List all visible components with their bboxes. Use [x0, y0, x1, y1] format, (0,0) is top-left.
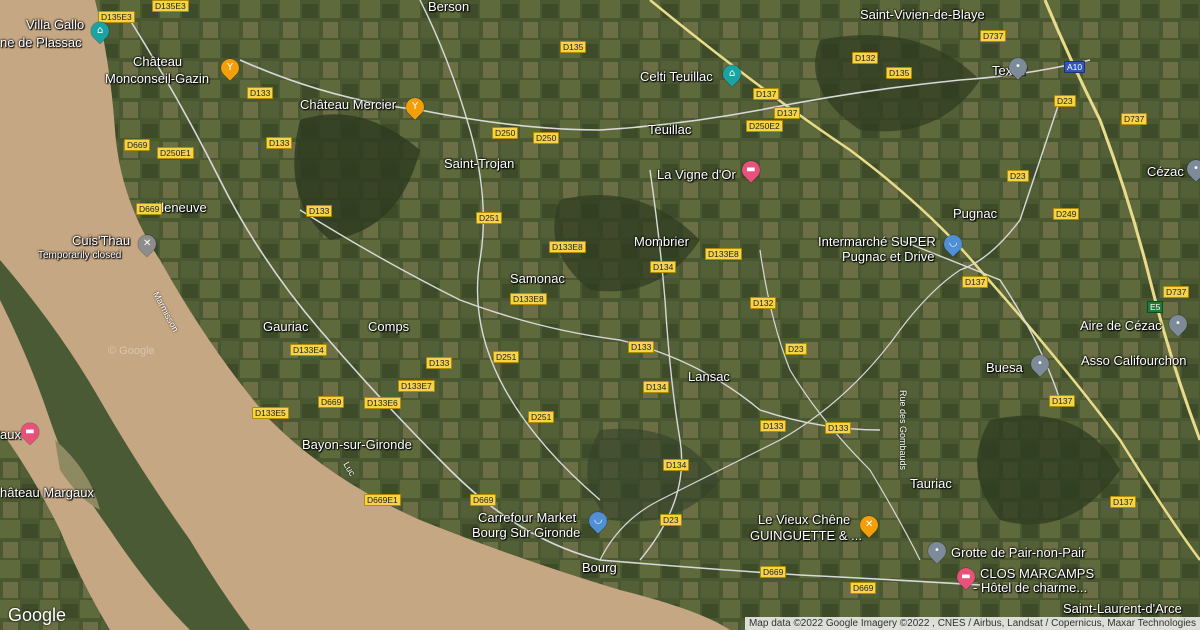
place-label[interactable]: Saint-Trojan: [444, 157, 514, 171]
road-shield: D669: [318, 396, 345, 408]
place-label[interactable]: Buesa: [986, 361, 1023, 375]
road-shield: D133E4: [290, 344, 327, 356]
road-shield: D134: [650, 261, 677, 273]
place-label[interactable]: Grotte de Pair-non-Pair: [951, 546, 1085, 560]
place-label[interactable]: Château Mercier: [300, 98, 396, 112]
place-label[interactable]: Cuis'Thau: [72, 234, 130, 248]
road-shield: D737: [1121, 113, 1148, 125]
place-label[interactable]: Gauriac: [263, 320, 309, 334]
road-shield: D250E2: [746, 120, 783, 132]
place-label[interactable]: Bayon-sur-Gironde: [302, 438, 412, 452]
road-shield: D137: [774, 107, 801, 119]
place-label[interactable]: Château: [133, 55, 182, 69]
road-shield: D132: [750, 297, 777, 309]
place-label[interactable]: Monconseil-Gazin: [105, 72, 209, 86]
place-label[interactable]: Berson: [428, 0, 469, 14]
road-shield: D133: [247, 87, 274, 99]
place-label[interactable]: hâteau Margaux: [0, 486, 94, 500]
place-label[interactable]: Saint-Vivien-de-Blaye: [860, 8, 985, 22]
road-shield: D251: [493, 351, 520, 363]
place-label[interactable]: Samonac: [510, 272, 565, 286]
road-shield: D250E1: [157, 147, 194, 159]
place-label[interactable]: Saint-Laurent-d'Arce: [1063, 602, 1182, 616]
place-label[interactable]: Comps: [368, 320, 409, 334]
road-shield: D23: [660, 514, 682, 526]
road-shield: D133E8: [549, 241, 586, 253]
road-shield: D135E3: [152, 0, 189, 12]
place-label[interactable]: Le Vieux Chêne: [758, 513, 850, 527]
satellite-map[interactable]: [0, 0, 1200, 630]
place-label[interactable]: Temporarily closed: [38, 249, 121, 263]
road-shield: D737: [1163, 286, 1190, 298]
road-shield: D133E8: [510, 293, 547, 305]
road-shield: D137: [1049, 395, 1076, 407]
place-label[interactable]: Pugnac et Drive: [842, 250, 935, 264]
place-label[interactable]: CLOS MARCAMPS: [980, 567, 1094, 581]
road-shield: D137: [753, 88, 780, 100]
place-label[interactable]: Cézac: [1147, 165, 1184, 179]
place-label[interactable]: aux: [0, 428, 21, 442]
road-shield: D137: [962, 276, 989, 288]
road-shield: D250: [492, 127, 519, 139]
road-shield: D669: [136, 203, 163, 215]
road-shield: D133: [628, 341, 655, 353]
place-label[interactable]: GUINGUETTE & ...: [750, 529, 862, 543]
map-attribution[interactable]: Map data ©2022 Google Imagery ©2022 , CN…: [744, 617, 1200, 630]
place-label[interactable]: - Hôtel de charme...: [973, 581, 1087, 595]
place-label[interactable]: Bourg Sur Gironde: [472, 526, 580, 540]
road-shield: D132: [852, 52, 879, 64]
road-shield: D249: [1053, 208, 1080, 220]
place-label[interactable]: Carrefour Market: [478, 511, 576, 525]
road-shield: D137: [1110, 496, 1137, 508]
road-shield: D669: [124, 139, 151, 151]
road-shield: D135: [560, 41, 587, 53]
place-label[interactable]: Pugnac: [953, 207, 997, 221]
road-shield: D133: [825, 422, 852, 434]
road-shield: D23: [1054, 95, 1076, 107]
place-label[interactable]: Bourg: [582, 561, 617, 575]
road-shield: D133E7: [398, 380, 435, 392]
road-shield: D133: [266, 137, 293, 149]
road-shield: D669: [760, 566, 787, 578]
road-shield: D251: [528, 411, 555, 423]
road-shield: D133: [426, 357, 453, 369]
google-logo[interactable]: Google: [8, 605, 66, 626]
place-label[interactable]: La Vigne d'Or: [657, 168, 736, 182]
place-label[interactable]: Aire de Cézac: [1080, 319, 1162, 333]
road-shield: D134: [643, 381, 670, 393]
road-shield: D669: [850, 582, 877, 594]
road-shield: D133: [760, 420, 787, 432]
place-label[interactable]: Mombrier: [634, 235, 689, 249]
road-shield: D134: [663, 459, 690, 471]
watermark: © Google: [108, 345, 155, 357]
road-shield: D23: [1007, 170, 1029, 182]
road-shield: D135E3: [98, 11, 135, 23]
road-shield: D133E6: [364, 397, 401, 409]
place-label[interactable]: Asso Califourchon: [1081, 354, 1187, 368]
place-label[interactable]: Lansac: [688, 370, 730, 384]
road-shield: A10: [1064, 61, 1086, 73]
road-shield: D23: [785, 343, 807, 355]
road-shield: D250: [533, 132, 560, 144]
road-shield: D669E1: [364, 494, 401, 506]
place-label[interactable]: ne de Plassac: [0, 36, 82, 50]
road-shield: D135: [886, 67, 913, 79]
place-label[interactable]: Teuillac: [648, 123, 691, 137]
place-label[interactable]: Villa Gallo: [26, 18, 84, 32]
road-shield: E5: [1147, 301, 1164, 313]
place-label[interactable]: Tauriac: [910, 477, 952, 491]
road-name-label: Rue des Gombauds: [898, 390, 908, 471]
road-shield: D737: [980, 30, 1007, 42]
place-label[interactable]: Intermarché SUPER: [818, 235, 936, 249]
road-shield: D251: [476, 212, 503, 224]
road-shield: D133: [306, 205, 333, 217]
road-shield: D133E8: [705, 248, 742, 260]
road-shield: D133E5: [252, 407, 289, 419]
place-label[interactable]: Celti Teuillac: [640, 70, 713, 84]
road-shield: D669: [470, 494, 497, 506]
